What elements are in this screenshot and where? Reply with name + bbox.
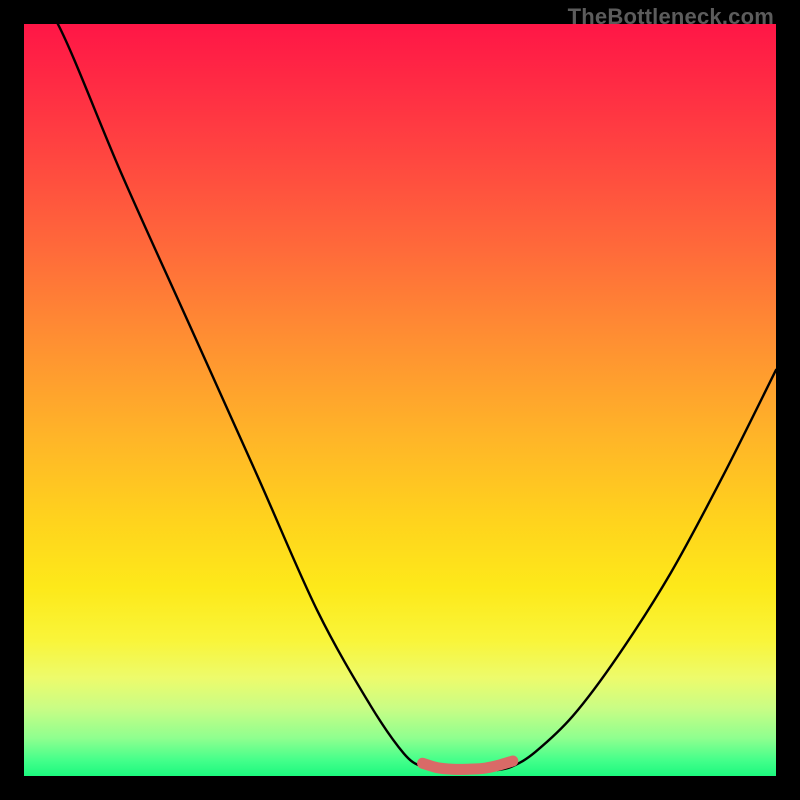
curve-right-branch <box>498 370 776 770</box>
plot-area <box>24 24 776 776</box>
curve-left-branch <box>24 24 438 770</box>
chart-frame <box>24 24 776 776</box>
bottleneck-curve <box>24 24 776 776</box>
watermark-text: TheBottleneck.com <box>568 4 774 30</box>
